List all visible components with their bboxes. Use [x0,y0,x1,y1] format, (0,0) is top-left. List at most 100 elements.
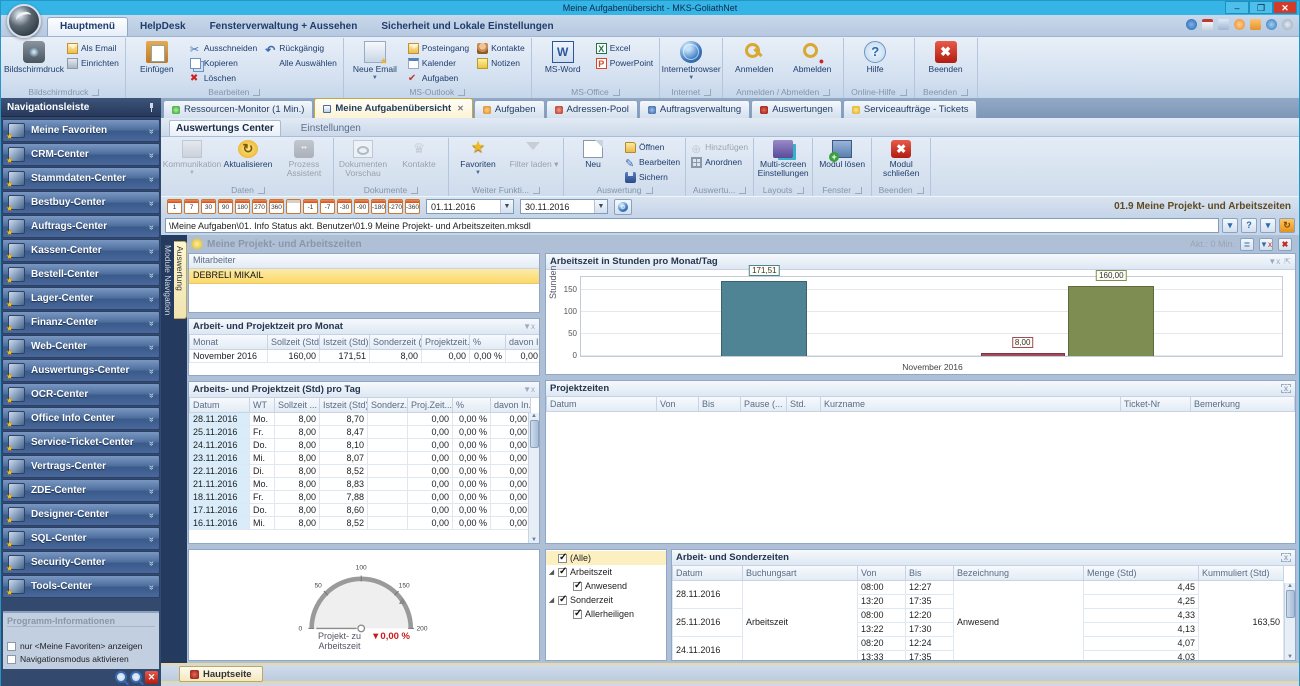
legend-item-sonderzeit[interactable]: ◢Sonderzeit [546,593,666,607]
column-header[interactable]: Proj.Zeit... [408,398,453,412]
table-row[interactable]: 28.11.2016 Arbeitszeit 08:0012:27 Anwese… [673,580,1284,594]
anordnen-button[interactable]: Anordnen [688,155,751,169]
refresh-report-button[interactable]: ↻ [1279,218,1295,233]
column-header[interactable]: davon Int... [506,335,541,349]
favoriten-button[interactable]: Favoriten▼ [451,139,505,185]
powerpoint-button[interactable]: PowerPoint [593,56,656,70]
bearbeiten-button[interactable]: Bearbeiten [622,155,683,169]
sidebar-item[interactable]: Service-Ticket-Center » [2,431,160,454]
chevron-down-icon[interactable]: ▼ [594,200,607,213]
ribbon-tab-sicherheit[interactable]: Sicherheit und Lokale Einstellungen [369,18,565,36]
column-header[interactable]: Sonderzeit (... [370,335,422,349]
vertical-tab-module-navigation[interactable]: Module Navigation [161,235,174,663]
dialog-launcher-icon[interactable] [739,187,746,194]
subtab-auswertungs-center[interactable]: Auswertungs Center [169,120,281,136]
anmelden-button[interactable]: Anmelden [726,40,782,75]
dialog-launcher-icon[interactable] [646,187,653,194]
day-range-button[interactable]: -1 [303,199,318,214]
path-dropdown-icon[interactable]: ▾ [1222,218,1238,233]
kopieren-button[interactable]: Kopieren [187,56,260,70]
tab-adressen-pool[interactable]: Adressen-Pool [546,100,638,118]
checked-checkbox-icon[interactable] [573,610,582,619]
kontakte-toolbar-button[interactable]: Kontakte [392,139,446,185]
app-logo-icon[interactable] [7,4,41,38]
legend-item-allerheiligen[interactable]: Allerheiligen [571,607,666,621]
tab-auswertungen[interactable]: Auswertungen [751,100,842,118]
column-header[interactable]: % [470,335,506,349]
quick-icon[interactable] [1186,19,1197,30]
table-row[interactable]: 18.11.2016Fr. 8,007,88 0,00 0,00 %0,00 [190,490,531,503]
quick-icon[interactable] [1266,19,1277,30]
zoom-in-icon[interactable] [115,671,127,683]
oeffnen-button[interactable]: Öffnen [622,140,683,154]
column-header[interactable]: Kummuliert (Std) [1199,566,1284,580]
table-row[interactable]: 22.11.2016Di. 8,008,52 0,00 0,00 %0,00 [190,464,531,477]
dialog-launcher-icon[interactable] [253,89,260,96]
sidebar-item[interactable]: Finanz-Center » [2,311,160,334]
quick-icon[interactable] [1250,19,1261,30]
filter-icon[interactable]: ▼x [523,385,535,394]
table-row[interactable]: November 2016160,00 171,518,00 0,000,00 … [190,349,541,362]
dialog-launcher-icon[interactable] [533,187,540,194]
hinzufuegen-button[interactable]: Hinzufügen [688,140,751,154]
ms-word-button[interactable]: MS-Word [535,40,591,75]
dialog-launcher-icon[interactable] [797,187,804,194]
sidebar-item[interactable]: Meine Favoriten » [2,119,160,142]
column-header[interactable]: Projektzeit... [422,335,470,349]
day-range-button[interactable]: 90 [218,199,233,214]
day-range-button[interactable] [286,199,301,214]
table-row[interactable]: 21.11.2016Mo. 8,008,83 0,00 0,00 %0,00 [190,477,531,490]
quick-icon[interactable] [1234,19,1245,30]
dialog-launcher-icon[interactable] [855,187,862,194]
tab-meine-aufgabenuebersicht[interactable]: Meine Aufgabenübersicht✕ [314,98,472,118]
column-header[interactable]: Std. [787,397,821,411]
einrichten-button[interactable]: Einrichten [64,56,122,70]
report-path-input[interactable] [165,218,1219,233]
day-range-button[interactable]: 7 [184,199,199,214]
dialog-launcher-icon[interactable] [961,89,968,96]
vertical-tab-auswertung[interactable]: Auswertung [174,241,187,319]
dialog-launcher-icon[interactable] [258,187,265,194]
aktualisieren-button[interactable]: Aktualisieren [221,139,275,185]
day-range-button[interactable]: -30 [337,199,352,214]
sidebar-item[interactable]: Bestell-Center » [2,263,160,286]
day-range-button[interactable]: 270 [252,199,267,214]
dokumenten-vorschau-button[interactable]: Dokumenten Vorschau [336,139,390,185]
sidebar-item[interactable]: ZDE-Center » [2,479,160,502]
ribbon-tab-helpdesk[interactable]: HelpDesk [128,18,198,36]
ribbon-tab-fensterverwaltung[interactable]: Fensterverwaltung + Aussehen [198,18,370,36]
column-header[interactable]: Sonderz... [368,398,408,412]
sidebar-item[interactable]: Vertrags-Center » [2,455,160,478]
day-range-button[interactable]: -90 [354,199,369,214]
sidebar-item[interactable]: Lager-Center » [2,287,160,310]
mitarbeiter-row-selected[interactable]: DEBRELI MIKAIL [189,269,539,284]
column-header[interactable]: Monat [190,335,268,349]
column-header[interactable]: Istzeit (Std) [320,398,368,412]
kalender-button[interactable]: Kalender [405,56,472,70]
day-range-button[interactable]: 1 [167,199,182,214]
aufgaben-button[interactable]: Aufgaben [405,71,472,85]
help-dropdown-icon[interactable]: ▾ [1260,218,1276,233]
checked-checkbox-icon[interactable] [558,554,567,563]
navmode-checkbox[interactable]: Navigationsmodus aktivieren [7,654,155,664]
chevron-down-icon[interactable]: ▼ [500,200,513,213]
kommunikation-button[interactable]: Kommunikation▼ [165,139,219,185]
close-report-icon[interactable]: ✖ [1278,238,1292,251]
table-row[interactable]: 16.11.2016Mi. 8,008,52 0,00 0,00 %0,00 [190,516,531,529]
dialog-launcher-icon[interactable] [613,89,620,96]
column-header[interactable]: Von [657,397,699,411]
dialog-launcher-icon[interactable] [458,89,465,96]
sidebar-item[interactable]: Web-Center » [2,335,160,358]
day-range-button[interactable]: -360 [405,199,420,214]
prozess-assistent-button[interactable]: Prozess Assistent [277,139,331,185]
detach-panel-icon[interactable]: x [1281,384,1291,393]
ribbon-tab-hauptmenu[interactable]: Hauptmenü [47,17,128,36]
column-header[interactable]: davon In... [491,398,531,412]
bar-sollzeit[interactable]: 160,00 [1068,277,1154,356]
date-to-field[interactable]: 30.11.2016▼ [520,199,608,214]
tab-aufgaben[interactable]: Aufgaben [474,100,545,118]
column-header[interactable]: Datum [673,566,743,580]
dialog-launcher-icon[interactable] [917,187,924,194]
column-header[interactable]: Bis [699,397,741,411]
sidebar-item[interactable]: Auswertungs-Center » [2,359,160,382]
